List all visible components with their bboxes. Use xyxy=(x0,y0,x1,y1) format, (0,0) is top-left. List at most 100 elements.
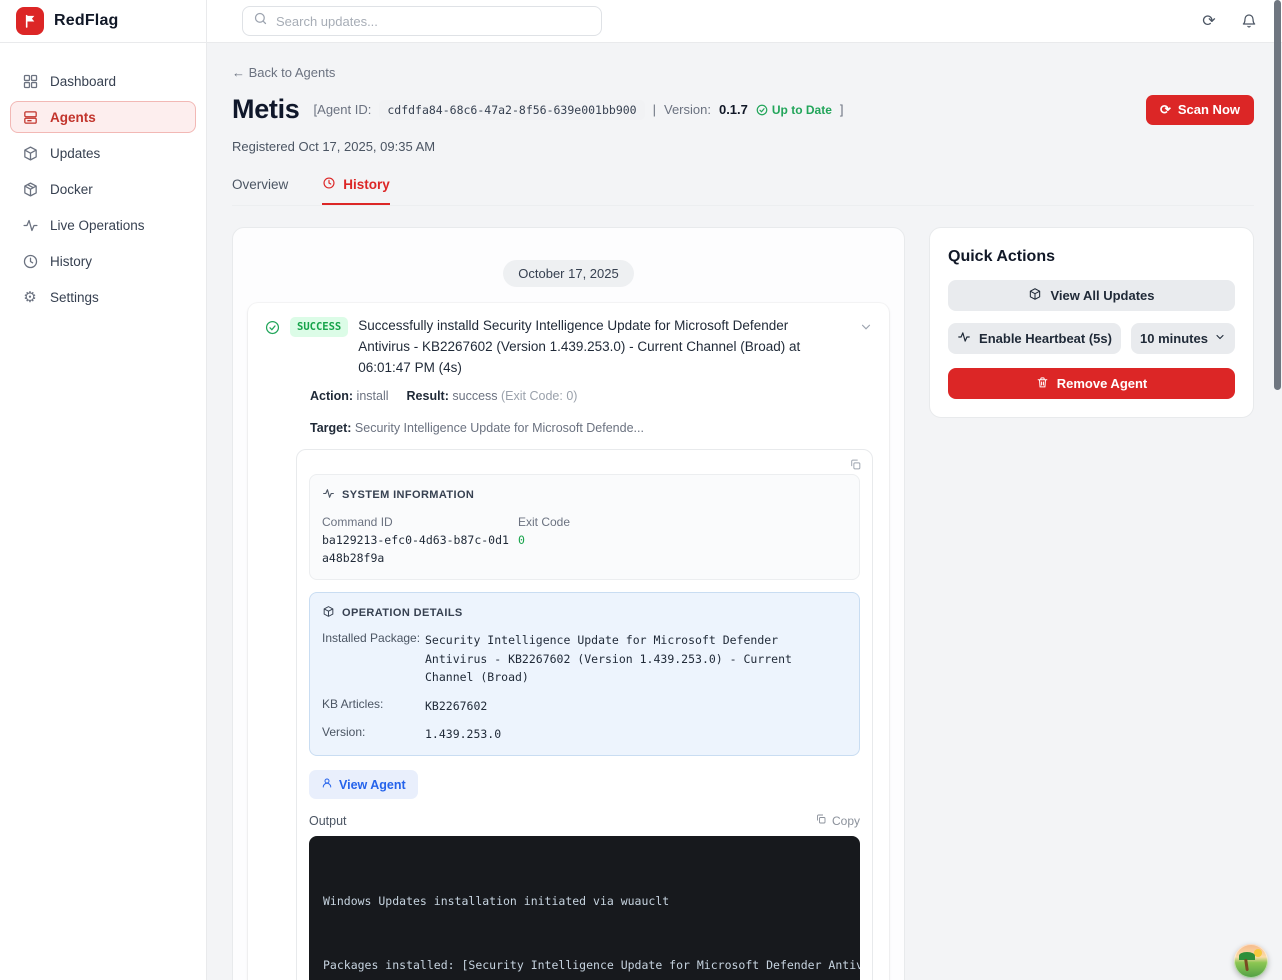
tab-bar: Overview History xyxy=(232,176,1254,206)
meta-label: Target: xyxy=(310,421,351,435)
palm-trunk-icon xyxy=(1244,959,1249,971)
enable-heartbeat-button[interactable]: Enable Heartbeat (5s) xyxy=(948,323,1121,354)
meta-label: Result: xyxy=(407,389,449,403)
brand: RedFlag xyxy=(0,0,206,43)
copy-output-button[interactable]: Copy xyxy=(815,813,860,828)
sidebar-item-label: Agents xyxy=(50,110,96,125)
refresh-icon[interactable]: ⟳ xyxy=(1200,12,1218,30)
detail-label: Version: xyxy=(322,725,425,743)
quick-actions-title: Quick Actions xyxy=(948,248,1235,266)
sidebar-item-live-operations[interactable]: Live Operations xyxy=(10,209,196,241)
sidebar-item-docker[interactable]: Docker xyxy=(10,173,196,205)
tab-history[interactable]: History xyxy=(322,176,390,205)
search-input[interactable] xyxy=(276,14,591,29)
operation-detail-row: Version: 1.439.253.0 xyxy=(322,725,847,743)
view-agent-button[interactable]: View Agent xyxy=(309,770,418,799)
activity-icon xyxy=(957,330,971,347)
version-label: Version: xyxy=(664,102,711,117)
system-information-title: SYSTEM INFORMATION xyxy=(342,489,474,501)
activity-icon xyxy=(322,487,335,503)
package-icon xyxy=(21,144,39,162)
back-to-agents-link[interactable]: ← Back to Agents xyxy=(232,65,1254,80)
sidebar-item-label: Live Operations xyxy=(50,218,145,233)
history-clock-icon xyxy=(21,252,39,270)
brand-name: RedFlag xyxy=(54,12,119,30)
gear-icon: ⚙ xyxy=(21,288,39,306)
main-content: ← Back to Agents Metis [Agent ID: cdfdfa… xyxy=(207,43,1282,980)
copy-icon[interactable] xyxy=(849,458,862,476)
search-box[interactable] xyxy=(242,6,602,36)
meta-value: success xyxy=(452,389,497,403)
terminal-line: Windows Updates installation initiated v… xyxy=(323,891,846,912)
sidebar: RedFlag Dashboard Agents Updates Docker … xyxy=(0,0,207,980)
grid-icon xyxy=(21,72,39,90)
copy-icon xyxy=(815,813,827,828)
history-entry-install: SUCCESS Successfully installd Security I… xyxy=(248,303,889,980)
version-value: 0.1.7 xyxy=(719,102,748,117)
chevron-down-icon[interactable] xyxy=(859,320,873,339)
date-chip: October 17, 2025 xyxy=(503,260,633,287)
server-icon xyxy=(21,108,39,126)
quick-actions-panel: Quick Actions View All Updates Enable He… xyxy=(929,227,1254,418)
notifications-bell-icon[interactable] xyxy=(1240,12,1258,30)
detail-label: Installed Package: xyxy=(322,631,425,686)
meta-bracket-close: ] xyxy=(840,102,844,117)
interval-select[interactable]: 10 minutes xyxy=(1131,323,1235,354)
package-icon xyxy=(322,605,335,621)
command-id-value: ba129213-efc0-4d63-b87c-0d1a48b28f9a xyxy=(322,532,512,568)
sidebar-item-settings[interactable]: ⚙ Settings xyxy=(10,281,196,313)
detail-value: 1.439.253.0 xyxy=(425,725,501,743)
page-title: Metis xyxy=(232,94,300,125)
operation-details-panel: OPERATION DETAILS Installed Package: Sec… xyxy=(309,592,860,756)
detail-value: Security Intelligence Update for Microso… xyxy=(425,631,847,686)
vertical-scrollbar-thumb[interactable] xyxy=(1274,0,1281,390)
agent-meta: [Agent ID: cdfdfa84-68c6-47a2-8f56-639e0… xyxy=(314,100,844,120)
status-badge: SUCCESS xyxy=(290,317,348,337)
terminal-line: Packages installed: [Security Intelligen… xyxy=(323,955,846,976)
sidebar-item-agents[interactable]: Agents xyxy=(10,101,196,133)
exit-code-value: 0 xyxy=(518,532,570,550)
trash-icon xyxy=(1036,376,1049,392)
detail-label: KB Articles: xyxy=(322,697,425,715)
agent-id-value: cdfdfa84-68c6-47a2-8f56-639e001bb900 xyxy=(379,100,644,120)
sidebar-item-dashboard[interactable]: Dashboard xyxy=(10,65,196,97)
entry-expanded-panel: SYSTEM INFORMATION Command ID ba129213-e… xyxy=(296,449,873,980)
refresh-icon: ⟳ xyxy=(1160,102,1171,118)
sidebar-nav: Dashboard Agents Updates Docker Live Ope… xyxy=(0,43,206,313)
sidebar-item-label: Docker xyxy=(50,182,93,197)
meta-extra: (Exit Code: 0) xyxy=(501,389,577,403)
operation-detail-row: KB Articles: KB2267602 xyxy=(322,697,847,715)
output-label: Output xyxy=(309,814,347,828)
check-circle-icon xyxy=(264,319,280,335)
up-to-date-badge: Up to Date xyxy=(756,103,832,117)
user-icon xyxy=(321,777,333,792)
sidebar-item-label: Updates xyxy=(50,146,100,161)
redflag-logo-icon xyxy=(16,7,44,35)
sidebar-item-label: Dashboard xyxy=(50,74,116,89)
docker-box-icon xyxy=(21,180,39,198)
package-icon xyxy=(1028,287,1042,304)
entry-title: Successfully installd Security Intellige… xyxy=(358,316,849,379)
remove-agent-button[interactable]: Remove Agent xyxy=(948,368,1235,399)
chevron-down-icon xyxy=(1214,331,1226,346)
sun-icon xyxy=(1254,949,1262,957)
sidebar-item-history[interactable]: History xyxy=(10,245,196,277)
history-clock-icon xyxy=(322,176,336,193)
topbar: ⟳ xyxy=(207,0,1282,43)
meta-label: Action: xyxy=(310,389,353,403)
meta-value: install xyxy=(357,389,389,403)
tab-overview[interactable]: Overview xyxy=(232,176,288,205)
search-icon xyxy=(253,11,268,31)
exit-code-label: Exit Code xyxy=(518,515,570,529)
meta-divider: | xyxy=(653,102,656,117)
sidebar-item-updates[interactable]: Updates xyxy=(10,137,196,169)
sidebar-item-label: History xyxy=(50,254,92,269)
system-information-panel: SYSTEM INFORMATION Command ID ba129213-e… xyxy=(309,474,860,581)
sidebar-item-label: Settings xyxy=(50,290,99,305)
island-widget-button[interactable] xyxy=(1234,944,1268,978)
scan-now-button[interactable]: ⟳ Scan Now xyxy=(1146,95,1254,125)
detail-value: KB2267602 xyxy=(425,697,487,715)
view-all-updates-button[interactable]: View All Updates xyxy=(948,280,1235,311)
agent-id-label: [Agent ID: xyxy=(314,102,372,117)
output-terminal: Windows Updates installation initiated v… xyxy=(309,836,860,980)
